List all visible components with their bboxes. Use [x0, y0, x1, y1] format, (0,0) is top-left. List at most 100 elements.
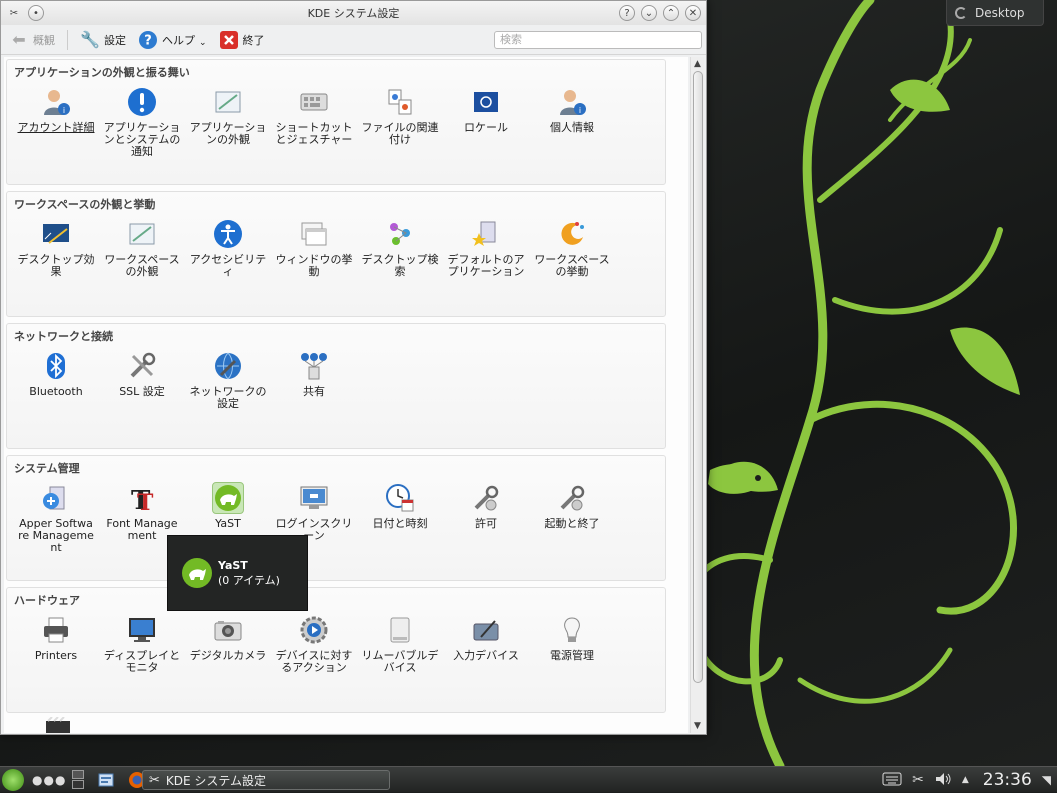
svg-text:T: T — [137, 490, 154, 513]
quit-button[interactable]: 終了 — [215, 28, 269, 52]
configure-button[interactable]: 🔧 設定 — [76, 28, 130, 52]
help-label: ヘルプ — [162, 33, 195, 47]
clapperboard-icon — [46, 716, 70, 733]
chevron-down-icon: ⌄ — [199, 37, 207, 48]
item-digital-camera[interactable]: デジタルカメラ — [185, 614, 271, 674]
item-sharing[interactable]: 共有 — [271, 350, 357, 410]
item-account-details[interactable]: i アカウント詳細 — [13, 86, 99, 158]
keyboard-tray-icon[interactable] — [882, 772, 902, 789]
system-tray: ✂ ▲ 23:36 ◥ — [882, 767, 1057, 793]
item-apper[interactable]: Apper Software Management — [13, 482, 99, 554]
more-dots-icon[interactable]: ●●● — [32, 773, 66, 787]
notification-icon — [126, 86, 158, 118]
toolbar-separator — [67, 29, 68, 50]
item-date-time[interactable]: 日付と時刻 — [357, 482, 443, 554]
item-personal-info[interactable]: i 個人情報 — [529, 86, 615, 158]
item-permissions[interactable]: 許可 — [443, 482, 529, 554]
item-label: デジタルカメラ — [189, 649, 267, 662]
item-label: 日付と時刻 — [372, 517, 428, 530]
item-device-actions[interactable]: デバイスに対するアクション — [271, 614, 357, 674]
taskbar-task-system-settings[interactable]: ✂ KDE システム設定 — [142, 770, 390, 790]
item-shortcuts[interactable]: ショートカットとジェスチャー — [271, 86, 357, 158]
item-display-monitor[interactable]: ディスプレイとモニタ — [99, 614, 185, 674]
help-menu-button[interactable]: ? ヘルプ ⌄ — [134, 28, 211, 52]
default-apps-icon — [470, 218, 502, 250]
vertical-scrollbar[interactable]: ▲ ▼ — [690, 57, 704, 733]
section-workspace-appearance: ワークスペースの外観と挙動 デスクトップ効果 ワークスペースの外観 アクセシビリ… — [6, 191, 666, 317]
item-locale[interactable]: ロケール — [443, 86, 529, 158]
network-tray-icon[interactable]: ✂ — [912, 772, 924, 788]
section-network: ネットワークと接続 Bluetooth SSL 設定 ネットワークの設定 共有 — [6, 323, 666, 449]
printer-icon — [40, 614, 72, 646]
item-input-devices[interactable]: 入力デバイス — [443, 614, 529, 674]
section-title: ワークスペースの外観と挙動 — [14, 198, 156, 211]
item-label: ウィンドウの挙動 — [275, 253, 353, 278]
scrollbar-thumb[interactable] — [693, 71, 703, 683]
item-desktop-search[interactable]: デスクトップ検索 — [357, 218, 443, 278]
item-desktop-effects[interactable]: デスクトップ効果 — [13, 218, 99, 278]
activity-desktop-widget[interactable]: Desktop — [946, 0, 1044, 26]
file-manager-icon[interactable] — [98, 772, 114, 788]
item-label: 起動と終了 — [544, 517, 600, 530]
item-workspace-appearance[interactable]: ワークスペースの外観 — [99, 218, 185, 278]
power-icon — [556, 614, 588, 646]
item-notifications[interactable]: アプリケーションとシステムの通知 — [99, 86, 185, 158]
item-label: ワークスペースの外観 — [104, 253, 180, 278]
item-ssl[interactable]: SSL 設定 — [99, 350, 185, 410]
help-icon: ? — [138, 30, 158, 50]
volume-icon[interactable] — [934, 772, 952, 789]
configure-label: 設定 — [104, 33, 126, 47]
window-title: KDE システム設定 — [307, 7, 400, 20]
personal-info-icon: i — [556, 86, 588, 118]
file-assoc-icon — [384, 86, 416, 118]
item-removable-devices[interactable]: リムーバブルデバイス — [357, 614, 443, 674]
opensuse-swirl-wallpaper — [685, 0, 1020, 766]
minimize-button[interactable]: ⌄ — [641, 5, 657, 21]
scroll-down-icon[interactable]: ▼ — [691, 719, 704, 733]
item-printers[interactable]: Printers — [13, 614, 99, 674]
item-accessibility[interactable]: アクセシビリティ — [185, 218, 271, 278]
scroll-up-icon[interactable]: ▲ — [691, 57, 704, 71]
search-input[interactable] — [494, 30, 702, 49]
bluetooth-icon — [40, 350, 72, 382]
item-startup-shutdown[interactable]: 起動と終了 — [529, 482, 615, 554]
item-power-management[interactable]: 電源管理 — [529, 614, 615, 674]
help-titlebar-button[interactable]: ? — [619, 5, 635, 21]
svg-text:i: i — [63, 106, 65, 115]
item-file-associations[interactable]: ファイルの関連付け — [357, 86, 443, 158]
window-menu-icon[interactable]: ✂ — [6, 5, 22, 21]
item-default-apps[interactable]: デフォルトのアプリケーション — [443, 218, 529, 278]
maximize-button[interactable]: ⌃ — [663, 5, 679, 21]
overview-button[interactable]: ⬅ 概観 — [5, 28, 59, 52]
panel-toolbox-icon[interactable]: ◥ — [1042, 773, 1051, 787]
item-window-behavior[interactable]: ウィンドウの挙動 — [271, 218, 357, 278]
item-app-appearance[interactable]: アプリケーションの外観 — [185, 86, 271, 158]
section-title: アプリケーションの外観と振る舞い — [14, 66, 190, 79]
item-network-settings[interactable]: ネットワークの設定 — [185, 350, 271, 410]
tooltip-subtitle: (0 アイテム) — [218, 573, 280, 587]
application-launcher-button[interactable] — [2, 768, 24, 791]
overview-label: 概観 — [33, 33, 55, 47]
clock[interactable]: 23:36 — [983, 770, 1032, 790]
item-workspace-behavior[interactable]: ワークスペースの挙動 — [529, 218, 615, 278]
item-label: ロケール — [464, 121, 508, 134]
item-label: ショートカットとジェスチャー — [275, 121, 353, 146]
accessibility-icon — [212, 218, 244, 250]
user-info-icon: i — [40, 86, 72, 118]
wrench-icon: 🔧 — [80, 30, 100, 49]
item-label: ネットワークの設定 — [189, 385, 267, 410]
activity-label: Desktop — [975, 5, 1025, 20]
tray-expand-icon[interactable]: ▲ — [962, 775, 969, 785]
item-bluetooth[interactable]: Bluetooth — [13, 350, 99, 410]
quit-label: 終了 — [242, 33, 265, 47]
sticky-button[interactable]: • — [28, 5, 44, 21]
pager-icon[interactable] — [72, 770, 85, 789]
close-button[interactable]: ✕ — [685, 5, 701, 21]
window-titlebar[interactable]: ✂ • KDE システム設定 ? ⌄ ⌃ ✕ — [1, 1, 706, 25]
section-title: ネットワークと接続 — [14, 330, 113, 343]
item-label: アカウント詳細 — [17, 121, 95, 134]
item-label: 個人情報 — [550, 121, 594, 134]
system-settings-window: ✂ • KDE システム設定 ? ⌄ ⌃ ✕ ⬅ 概観 🔧 設定 ? ヘルプ ⌄ — [0, 0, 707, 735]
main-toolbar: ⬅ 概観 🔧 設定 ? ヘルプ ⌄ 終了 — [1, 25, 706, 55]
login-screen-icon — [298, 482, 330, 514]
